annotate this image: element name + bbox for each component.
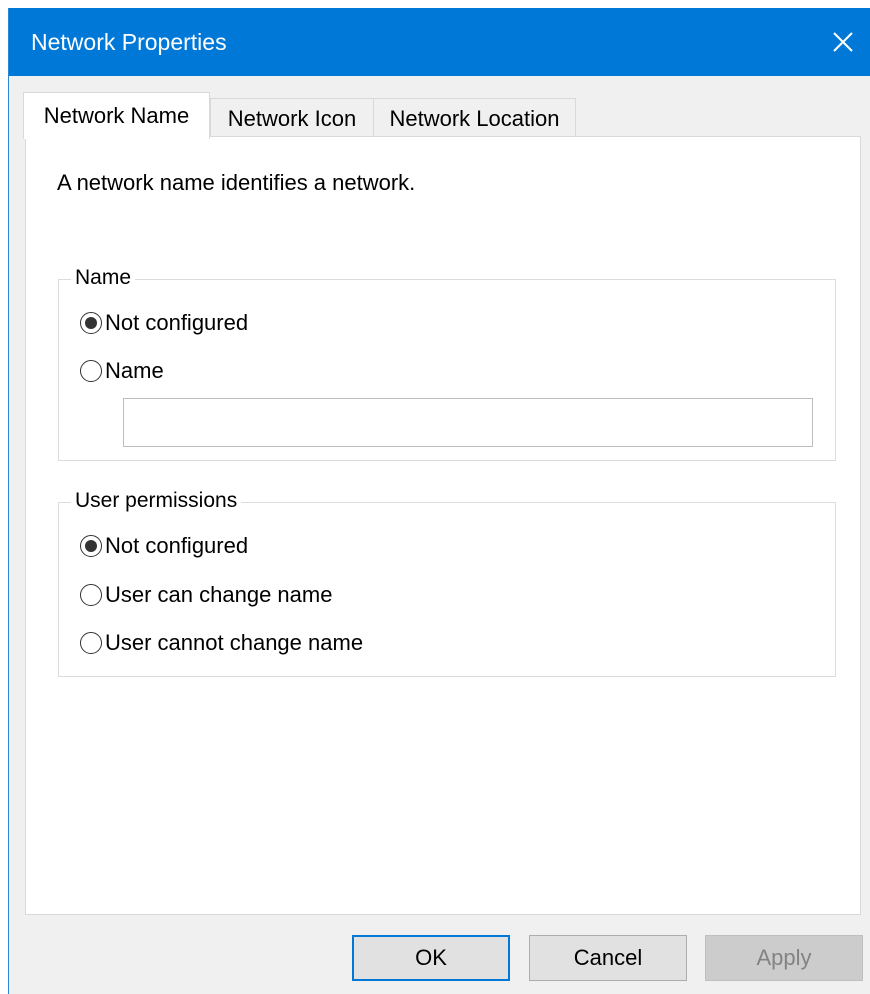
apply-button-label: Apply (756, 945, 812, 970)
network-name-input[interactable] (123, 398, 813, 447)
radio-name-not-configured[interactable]: Not configured (80, 310, 248, 336)
radio-label: Not configured (105, 533, 249, 558)
radio-button[interactable] (80, 535, 102, 557)
tab-label: Network Name (43, 103, 190, 128)
cancel-button[interactable]: Cancel (529, 935, 687, 981)
radio-user-cannot-change-name[interactable]: User cannot change name (80, 630, 363, 656)
panel-description: A network name identifies a network. (57, 170, 416, 195)
apply-button[interactable]: Apply (705, 935, 863, 981)
radio-label: Name (105, 358, 164, 383)
name-group: Name Not configured Name (58, 265, 836, 461)
tab-network-icon[interactable]: Network Icon (210, 98, 374, 138)
radio-label: User can change name (105, 582, 333, 607)
tab-label: Network Location (389, 105, 560, 131)
network-properties-dialog: Network Properties Network Name Network … (8, 8, 870, 994)
tab-network-name[interactable]: Network Name (23, 92, 210, 139)
radio-selected-dot (85, 317, 97, 329)
radio-permissions-not-configured[interactable]: Not configured (80, 533, 248, 559)
radio-button[interactable] (80, 312, 102, 334)
user-permissions-group: User permissions Not configured User can… (58, 488, 836, 677)
title-bar: Network Properties (9, 8, 870, 76)
radio-button[interactable] (80, 584, 102, 606)
radio-user-can-change-name[interactable]: User can change name (80, 582, 332, 608)
tab-panel-network-name: A network name identifies a network. Nam… (25, 136, 861, 915)
tab-network-location[interactable]: Network Location (373, 98, 576, 138)
radio-label: Not configured (105, 310, 249, 335)
ok-button-label: OK (415, 945, 447, 970)
radio-label: User cannot change name (105, 630, 364, 655)
name-group-legend: Name (71, 265, 136, 291)
cancel-button-label: Cancel (573, 945, 643, 970)
tab-label: Network Icon (227, 105, 357, 131)
radio-button[interactable] (80, 632, 102, 654)
window-title: Network Properties (31, 29, 227, 55)
close-button[interactable] (816, 8, 870, 76)
radio-selected-dot (85, 540, 97, 552)
close-icon (833, 32, 853, 52)
radio-button[interactable] (80, 360, 102, 382)
user-permissions-legend: User permissions (71, 488, 242, 514)
ok-button[interactable]: OK (352, 935, 510, 981)
radio-name[interactable]: Name (80, 358, 164, 384)
